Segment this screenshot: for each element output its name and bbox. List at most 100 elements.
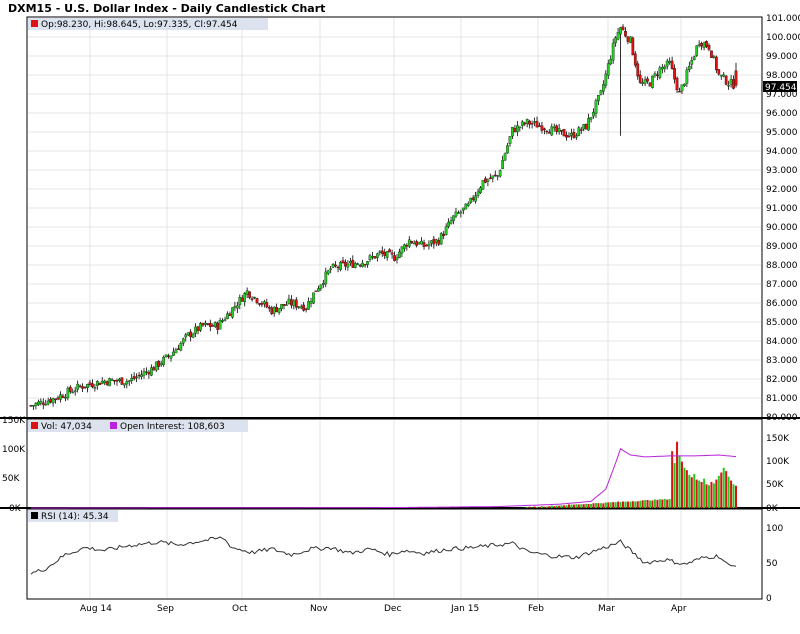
candle-body (660, 67, 664, 70)
volume-bar (590, 503, 593, 508)
volume-bar (722, 467, 725, 508)
candle-body (410, 241, 414, 244)
volume-bar (685, 470, 688, 508)
candle-body (336, 266, 340, 269)
volume-bar (619, 501, 622, 508)
candle-body (471, 197, 475, 200)
volume-bar (651, 500, 654, 508)
candle-body (191, 333, 195, 338)
volume-bar (683, 467, 686, 508)
volume-bar (676, 441, 679, 508)
candle-body (417, 242, 421, 245)
candle-body (147, 371, 151, 375)
candle-body (326, 270, 330, 274)
candle-body (238, 297, 242, 306)
volume-bar (538, 506, 541, 508)
volume-bar (585, 503, 588, 508)
volume-bar (629, 501, 632, 508)
candle-body (555, 125, 559, 132)
candle-body (348, 261, 352, 264)
candle-body (432, 238, 436, 245)
x-label: Mar (598, 604, 615, 614)
volume-bar (533, 506, 536, 508)
candle-body (93, 387, 97, 389)
candle-body (734, 70, 738, 86)
candle-body (78, 385, 82, 388)
candle-body (454, 211, 458, 217)
volume-bar (553, 506, 556, 508)
candle-body (687, 65, 691, 70)
candle-body (636, 63, 640, 77)
candle-body (403, 244, 406, 249)
candle-body (584, 123, 588, 130)
candle-body (530, 123, 534, 125)
candle-body (727, 85, 730, 87)
x-label: Aug 14 (80, 604, 112, 614)
candle-body (226, 313, 229, 319)
candle-body (464, 203, 468, 210)
x-label: Feb (528, 604, 544, 614)
volume-bar (543, 506, 546, 508)
candle-body (64, 397, 67, 399)
candle-body (606, 63, 610, 76)
candle-body (459, 211, 463, 214)
price-tick: 84.000 (766, 337, 798, 347)
candle-body (189, 331, 193, 337)
candle-body (641, 82, 645, 84)
candle-body (371, 256, 374, 258)
candle-body (294, 299, 298, 308)
candle-body (235, 305, 239, 309)
candle-body (243, 293, 247, 303)
candle-body (186, 332, 190, 336)
candle-body (34, 403, 38, 406)
volume-bar (644, 500, 647, 508)
candle-body (540, 125, 544, 131)
volume-bar (631, 501, 634, 508)
candle-body (665, 60, 669, 67)
volume-bar (636, 501, 639, 508)
volume-bar (567, 504, 570, 508)
candle-body (240, 297, 244, 302)
candle-body (221, 320, 224, 322)
candle-body (341, 260, 345, 263)
candle-body (29, 405, 33, 407)
volume-bar (563, 505, 566, 508)
candle-body (140, 374, 143, 377)
candle-body (319, 284, 323, 289)
price-tick: 96.000 (766, 109, 798, 119)
volume-bar (612, 502, 615, 508)
candle-body (321, 283, 325, 285)
candle-body (105, 381, 109, 385)
volume-left-tick: 100K (2, 445, 26, 455)
candle-body (152, 367, 156, 371)
candle-body (565, 134, 568, 138)
candle-body (137, 374, 141, 377)
candle-body (523, 122, 527, 125)
volume-bar (560, 505, 563, 508)
volume-bar (646, 499, 649, 508)
candle-body (223, 319, 227, 321)
candle-body (233, 306, 237, 308)
candle-body (685, 69, 689, 84)
price-tick: 93.000 (766, 166, 798, 176)
candle-body (680, 84, 684, 92)
candle-body (516, 125, 519, 133)
candle-body (49, 398, 53, 403)
candle-body (486, 179, 490, 182)
candle-body (393, 255, 396, 261)
candle-body (376, 253, 379, 258)
candle-body (732, 79, 735, 89)
volume-bar (572, 504, 575, 508)
candle-body (130, 378, 134, 381)
candle-body (498, 170, 502, 177)
volume-bar (695, 479, 698, 508)
price-tick: 82.000 (766, 375, 798, 385)
candle-body (383, 252, 387, 256)
candle-body (479, 187, 482, 193)
candle-body (39, 400, 43, 404)
volume-bar (717, 475, 720, 508)
candle-body (361, 262, 364, 267)
candle-body (592, 111, 595, 117)
candle-body (287, 298, 291, 304)
candle-body (270, 307, 274, 315)
